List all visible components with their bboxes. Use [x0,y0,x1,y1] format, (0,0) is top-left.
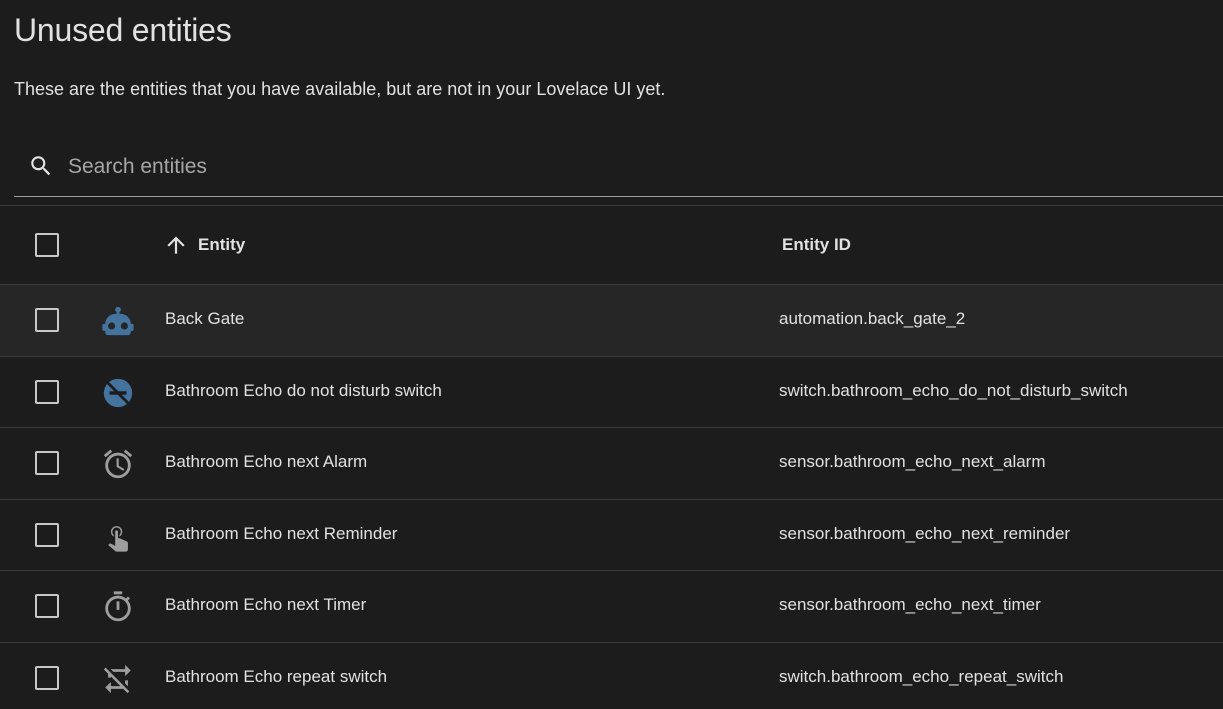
search-icon [31,156,51,176]
row-checkbox[interactable] [35,308,59,332]
unused-entities-page: Unused entities These are the entities t… [0,0,1223,709]
entity-id: switch.bathroom_echo_repeat_switch [779,666,1064,686]
entity-name: Back Gate [165,309,245,328]
alarm-clock-icon [103,449,133,479]
table-row[interactable]: Bathroom Echo next Reminder sensor.bathr… [0,499,1223,571]
row-checkbox[interactable] [35,451,59,475]
search-input[interactable] [68,146,1208,188]
timer-icon [105,591,131,622]
row-checkbox[interactable] [35,522,59,547]
table-row[interactable]: Bathroom Echo next Alarm sensor.bathroom… [0,428,1223,500]
table-row[interactable]: Bathroom Echo do not disturb switch swit… [0,356,1223,428]
entity-name: Bathroom Echo do not disturb switch [165,380,442,400]
entity-name: Bathroom Echo repeat switch [165,666,388,686]
column-header-entity-id[interactable]: Entity ID [782,235,851,255]
robot-icon [102,306,134,336]
entity-id: sensor.bathroom_echo_next_reminder [779,523,1071,543]
select-all-checkbox[interactable] [35,233,59,257]
page-subtitle: These are the entities that you have ava… [14,79,666,99]
entities-table: Entity Entity ID Back Gate automation.ba… [0,205,1223,709]
row-checkbox[interactable] [35,665,59,690]
search-bar [14,138,1223,197]
entity-id: sensor.bathroom_echo_next_timer [779,595,1041,614]
entity-name: Bathroom Echo next Timer [165,595,367,614]
entity-name: Bathroom Echo next Alarm [165,452,368,471]
page-title: Unused entities [14,12,232,48]
row-checkbox[interactable] [35,379,59,404]
entity-id: automation.back_gate_2 [779,309,966,328]
table-row[interactable]: Back Gate automation.back_gate_2 [0,285,1223,357]
arrow-up-icon[interactable] [163,232,189,258]
entity-id: sensor.bathroom_echo_next_alarm [779,452,1046,471]
row-checkbox[interactable] [35,594,59,618]
column-header-entity[interactable]: Entity [198,235,245,255]
table-row[interactable]: Bathroom Echo next Timer sensor.bathroom… [0,571,1223,643]
entity-name: Bathroom Echo next Reminder [165,523,398,543]
repeat-off-icon [103,664,131,693]
entity-id: switch.bathroom_echo_do_not_disturb_swit… [779,380,1128,400]
do-not-disturb-icon [103,378,133,407]
table-row[interactable]: Bathroom Echo repeat switch switch.bathr… [0,642,1223,709]
table-header-row: Entity Entity ID [0,206,1223,285]
reminder-icon [108,525,128,552]
